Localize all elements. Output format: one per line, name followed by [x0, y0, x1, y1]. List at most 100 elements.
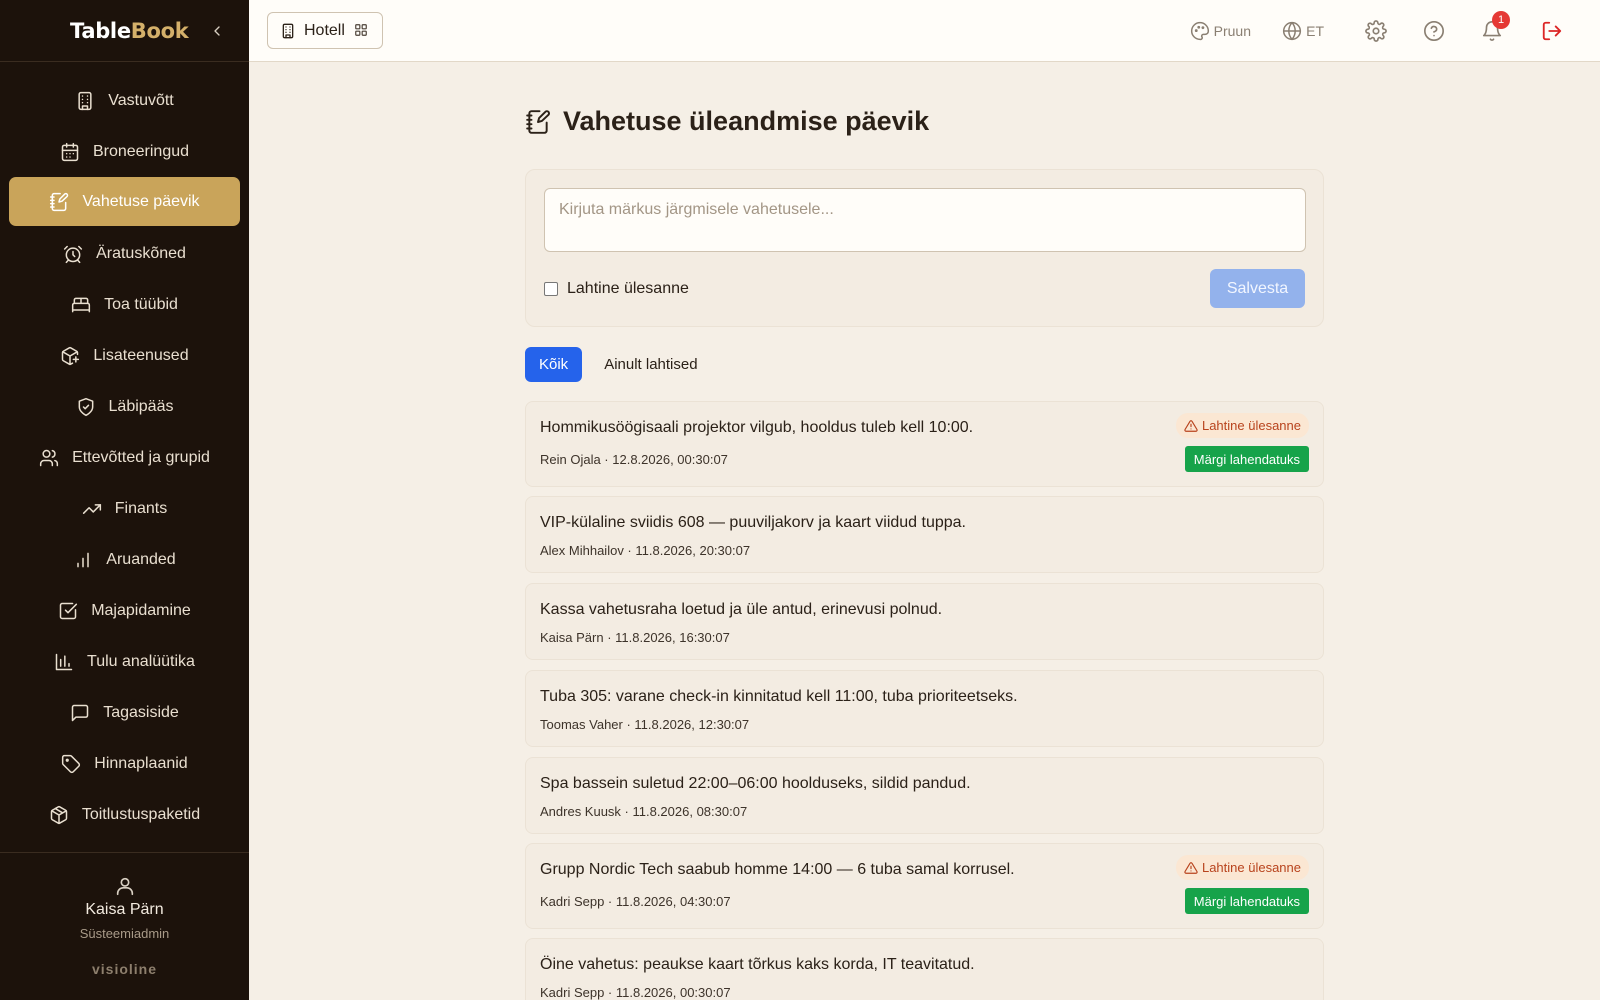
sidebar-item-labipaas[interactable]: Läbipääs: [0, 381, 249, 432]
notebook-pen-icon: [525, 109, 551, 135]
sidebar-item-vahetuse-paevik[interactable]: Vahetuse päevik: [9, 177, 240, 226]
mark-resolved-button[interactable]: Märgi lahendatuks: [1184, 446, 1309, 472]
check-square-icon: [58, 601, 78, 621]
user-role: Süsteemiadmin: [79, 926, 170, 941]
open-task-checkbox[interactable]: [544, 282, 558, 296]
entry-text: Tuba 305: varane check-in kinnitatud kel…: [540, 688, 1018, 705]
sidebar-item-label: Finants: [114, 499, 168, 517]
filter-open-only[interactable]: Ainult lahtised: [590, 347, 711, 382]
log-entry: Spa bassein suletud 22:00–06:00 hoolduse…: [525, 757, 1324, 834]
help-button[interactable]: [1423, 20, 1445, 42]
sidebar-item-majapidamine[interactable]: Majapidamine: [0, 585, 249, 636]
open-task-badge-label: Lahtine ülesanne: [1201, 418, 1301, 433]
sidebar-item-label: Äratuskõned: [96, 244, 186, 262]
sidebar-item-vastuvott[interactable]: Vastuvõtt: [0, 75, 249, 126]
sidebar-item-label: Lisateenused: [93, 346, 189, 364]
note-input[interactable]: [544, 188, 1306, 252]
entry-meta: Kaisa Pärn · 11.8.2026, 16:30:07: [540, 630, 730, 645]
user-profile[interactable]: Kaisa Pärn Süsteemiadmin visioline: [0, 852, 249, 1000]
sidebar-item-tagasiside[interactable]: Tagasiside: [0, 687, 249, 738]
trending-up-icon: [82, 499, 102, 519]
sidebar-item-label: Vahetuse päevik: [82, 192, 200, 210]
sidebar-item-tulu-analuutika[interactable]: Tulu analüütika: [0, 636, 249, 687]
hotel-switcher-button[interactable]: Hotell: [267, 12, 383, 49]
logout-icon: [1542, 21, 1562, 41]
sidebar-item-hinnaplaanid[interactable]: Hinnaplaanid: [0, 738, 249, 789]
language-label: ET: [1306, 23, 1324, 39]
users-icon: [39, 448, 59, 468]
open-task-badge-label: Lahtine ülesanne: [1201, 860, 1301, 875]
message-square-icon: [70, 703, 90, 723]
sidebar-item-ettevotted-ja-grupid[interactable]: Ettevõtted ja grupid: [0, 432, 249, 483]
warning-icon: [1184, 861, 1198, 875]
sidebar-item-broneeringud[interactable]: Broneeringud: [0, 126, 249, 177]
entry-text: Kassa vahetusraha loetud ja üle antud, e…: [540, 601, 943, 618]
sidebar-item-label: Tagasiside: [103, 703, 179, 721]
notebook-pen-icon: [49, 192, 69, 212]
user-icon: [116, 877, 133, 896]
globe-icon: [1282, 21, 1302, 41]
settings-button[interactable]: [1365, 20, 1387, 42]
user-name: Kaisa Pärn: [85, 901, 164, 918]
log-entry: VIP-külaline sviidis 608 — puuviljakorv …: [525, 496, 1324, 573]
palette-icon: [1190, 21, 1210, 41]
entry-text: Hommikusöögisaali projektor vilgub, hool…: [540, 419, 974, 436]
building-icon: [280, 23, 296, 39]
top-bar: Hotell Pruun ET 1: [249, 0, 1600, 62]
filter-all[interactable]: Kõik: [525, 347, 583, 382]
filter-tabs: Kõik Ainult lahtised: [525, 347, 712, 382]
entry-text: VIP-külaline sviidis 608 — puuviljakorv …: [540, 514, 966, 531]
theme-label: Pruun: [1213, 23, 1251, 39]
logout-button[interactable]: [1541, 20, 1563, 42]
entry-text: Grupp Nordic Tech saabub homme 14:00 — 6…: [540, 861, 1015, 878]
open-task-label: Lahtine ülesanne: [567, 280, 689, 297]
package-plus-icon: [60, 346, 80, 366]
brand-logo[interactable]: Table Book: [0, 0, 249, 62]
sidebar-item-lisateenused[interactable]: Lisateenused: [0, 330, 249, 381]
sidebar-item-label: Toa tüübid: [104, 295, 178, 313]
chevron-left-icon: [214, 26, 220, 36]
brand-name-part1: Table: [70, 18, 131, 43]
sidebar-item-aratuskoned[interactable]: Äratuskõned: [0, 228, 249, 279]
new-note-form: Lahtine ülesanne Salvesta: [525, 169, 1324, 327]
sidebar-item-aruanded[interactable]: Aruanded: [0, 534, 249, 585]
bar-chart-icon: [73, 550, 93, 570]
entry-text: Spa bassein suletud 22:00–06:00 hoolduse…: [540, 775, 971, 792]
brand-name-part2: Book: [130, 18, 189, 43]
sidebar-item-label: Majapidamine: [91, 601, 191, 619]
page-header: Vahetuse üleandmise päevik: [525, 106, 929, 137]
save-button[interactable]: Salvesta: [1210, 269, 1305, 308]
log-entry: Tuba 305: varane check-in kinnitatud kel…: [525, 670, 1324, 747]
language-selector[interactable]: ET: [1282, 21, 1324, 41]
sidebar-item-toitlustuspaketid[interactable]: Toitlustuspaketid: [0, 789, 249, 840]
sidebar-item-toa-tuubid[interactable]: Toa tüübid: [0, 279, 249, 330]
sidebar-item-label: Hinnaplaanid: [94, 754, 188, 772]
sidebar-item-label: Aruanded: [106, 550, 176, 568]
help-circle-icon: [1424, 21, 1444, 41]
box-icon: [49, 805, 69, 825]
sidebar-item-label: Tulu analüütika: [87, 652, 195, 670]
collapse-sidebar-button[interactable]: [206, 20, 228, 42]
entry-text: Öine vahetus: peaukse kaart tõrkus kaks …: [540, 956, 975, 973]
warning-icon: [1184, 419, 1198, 433]
open-task-checkbox-row[interactable]: Lahtine ülesanne: [544, 280, 689, 298]
theme-selector[interactable]: Pruun: [1190, 21, 1251, 41]
entry-meta: Andres Kuusk · 11.8.2026, 08:30:07: [540, 804, 748, 819]
sidebar-item-finants[interactable]: Finants: [0, 483, 249, 534]
sidebar-item-label: Vastuvõtt: [108, 91, 174, 109]
entry-meta: Kadri Sepp · 11.8.2026, 00:30:07: [540, 985, 731, 1000]
sidebar: Table Book Vastuvõtt Broneeringud Vahetus…: [0, 0, 249, 1000]
sidebar-item-label: Broneeringud: [92, 142, 190, 160]
mark-resolved-button[interactable]: Märgi lahendatuks: [1184, 888, 1309, 914]
open-task-badge: Lahtine ülesanne: [1175, 413, 1309, 438]
sidebar-item-label: Toitlustuspaketid: [81, 805, 201, 823]
calendar-icon: [60, 142, 80, 162]
vendor-logo: visioline: [91, 961, 158, 977]
tag-icon: [61, 754, 81, 774]
chart-columns-icon: [54, 652, 74, 672]
log-entry: Grupp Nordic Tech saabub homme 14:00 — 6…: [525, 843, 1324, 929]
entry-meta: Alex Mihhailov · 11.8.2026, 20:30:07: [540, 543, 751, 558]
notifications-button[interactable]: 1: [1481, 11, 1510, 42]
entry-meta: Toomas Vaher · 11.8.2026, 12:30:07: [540, 717, 750, 732]
grid-icon: [354, 23, 370, 39]
